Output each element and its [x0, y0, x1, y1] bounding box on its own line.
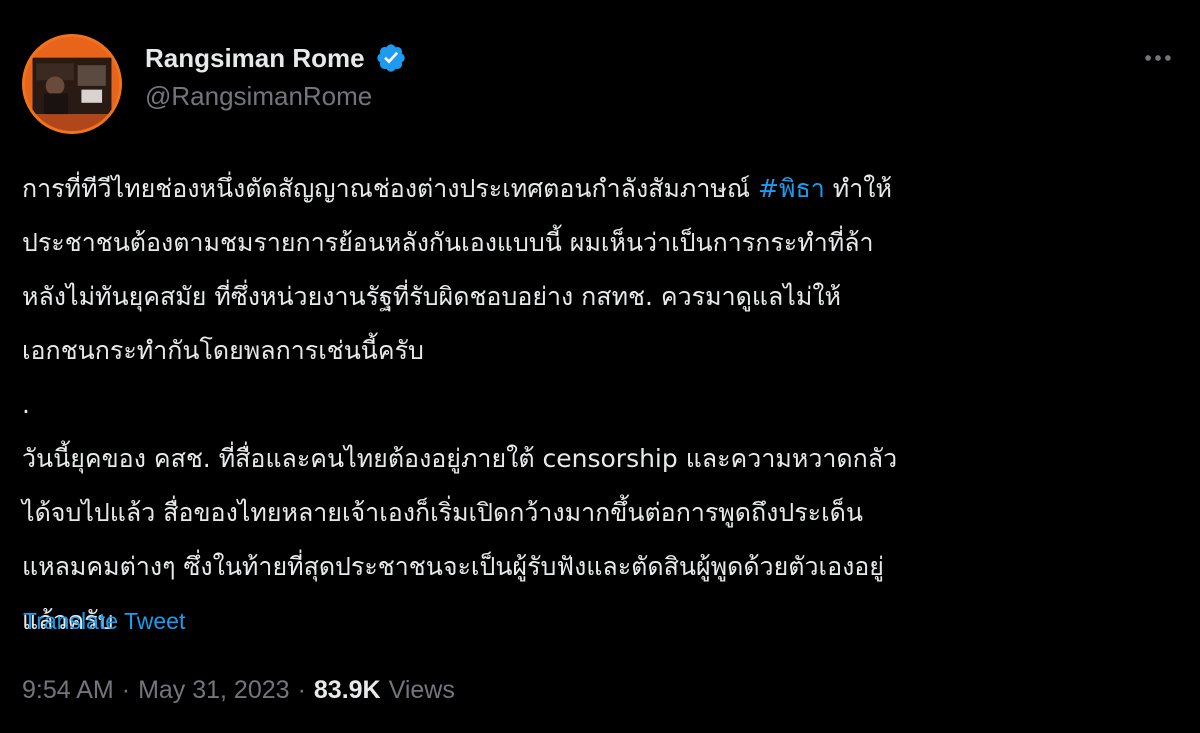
tweet-date[interactable]: May 31, 2023 — [138, 676, 290, 705]
text-segment: ทำให้ — [824, 174, 892, 203]
tweet-meta-row: 9:54 AM · May 31, 2023 · 83.9K Views — [22, 676, 455, 705]
tweet-text: การที่ทีวีไทยช่องหนึ่งตัดสัญญาณช่องต่างป… — [22, 162, 1182, 648]
meta-separator: · — [297, 676, 306, 704]
tweet-text-line: แหลมคมต่างๆ ซึ่งในท้ายที่สุดประชาชนจะเป็… — [22, 552, 884, 581]
meta-separator: · — [121, 676, 131, 704]
tweet-text-line: ได้จบไปแล้ว สื่อของไทยหลายเจ้าเองก็เริ่ม… — [22, 498, 863, 527]
tweet-text-line: เอกชนกระทำกันโดยพลการเช่นนี้ครับ — [22, 336, 424, 365]
more-horizontal-icon — [1145, 55, 1171, 61]
verified-badge-icon — [376, 44, 405, 72]
tweet-text-line: หลังไม่ทันยุคสมัย ที่ซึ่งหน่วยงานรัฐที่ร… — [22, 282, 842, 311]
author-display-name[interactable]: Rangsiman Rome — [145, 43, 365, 74]
text-segment: การที่ทีวีไทยช่องหนึ่งตัดสัญญาณช่องต่างป… — [22, 174, 759, 203]
author-handle[interactable]: @RangsimanRome — [145, 81, 372, 112]
more-options-button[interactable] — [1138, 38, 1178, 78]
tweet-text-line: แล้วครับ — [22, 606, 114, 635]
tweet-text-line: วันนี้ยุคของ คสช. ที่สื่อและคนไทยต้องอยู… — [22, 444, 898, 473]
tweet-text-line: การที่ทีวีไทยช่องหนึ่งตัดสัญญาณช่องต่างป… — [22, 162, 1182, 216]
tweet-time[interactable]: 9:54 AM — [22, 676, 114, 705]
tweet-card: Rangsiman Rome @RangsimanRome การที่ทีวี… — [0, 0, 1200, 733]
author-name-row: Rangsiman Rome — [145, 38, 407, 78]
views-count: 83.9K — [313, 676, 381, 704]
tweet-text-line: . — [22, 390, 30, 419]
author-avatar[interactable] — [22, 34, 122, 134]
views-label: Views — [388, 676, 455, 704]
translate-tweet-link[interactable]: Translate Tweet — [23, 608, 185, 635]
profile-avatar-icon — [25, 37, 119, 131]
hashtag-link[interactable]: #พิธา — [758, 174, 825, 203]
tweet-text-line: ประชาชนต้องตามชมรายการย้อนหลังกันเองแบบน… — [22, 228, 874, 257]
